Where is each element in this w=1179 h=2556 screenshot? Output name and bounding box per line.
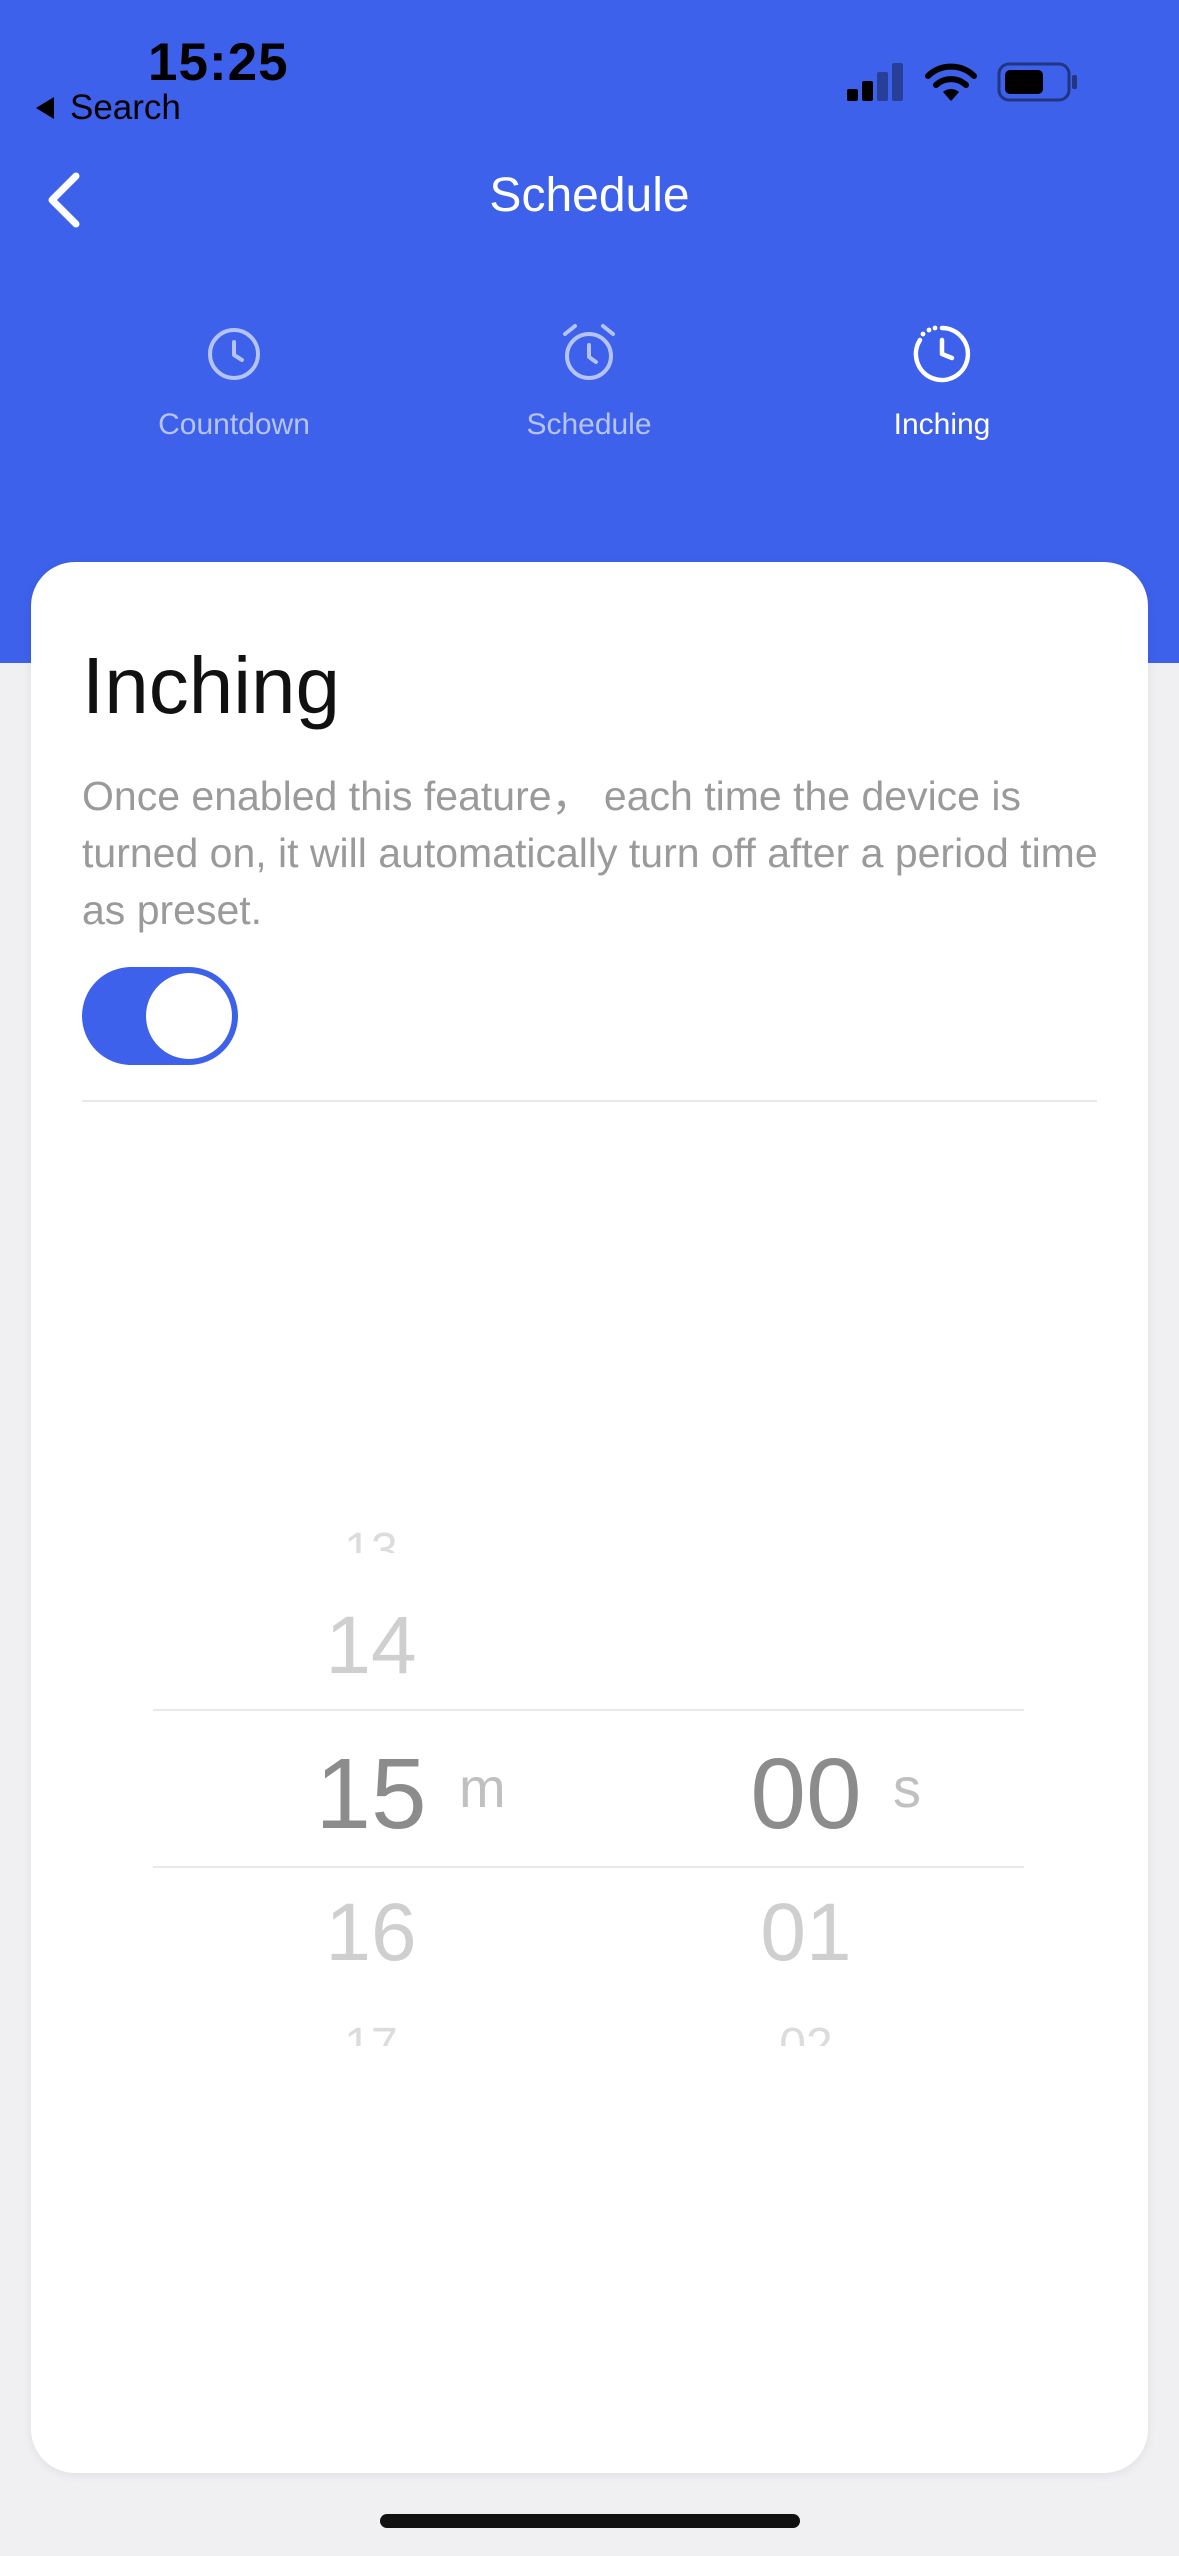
cellular-signal-icon xyxy=(847,63,903,101)
timer-icon xyxy=(913,325,971,383)
minute-option[interactable]: 17 xyxy=(301,2022,441,2046)
picker-selection-top-line xyxy=(153,1709,1024,1711)
back-triangle-icon xyxy=(36,97,54,119)
alarm-clock-icon xyxy=(563,324,615,380)
wifi-icon xyxy=(925,63,977,101)
minute-option[interactable]: 14 xyxy=(301,1605,441,1687)
status-icons xyxy=(847,62,1079,102)
inching-card: Inching Once enabled this feature， each … xyxy=(31,562,1148,2473)
tab-inching-label: Inching xyxy=(893,408,991,441)
second-option[interactable]: 02 xyxy=(736,2022,876,2046)
tab-countdown-label: Countdown xyxy=(158,408,310,441)
status-time: 15:25 xyxy=(148,33,289,92)
page-title: Schedule xyxy=(489,169,690,222)
card-title: Inching xyxy=(82,641,340,730)
tab-schedule[interactable]: Schedule xyxy=(439,320,739,442)
divider xyxy=(82,1100,1097,1102)
battery-icon xyxy=(997,62,1077,102)
minute-unit: m xyxy=(459,1756,506,1819)
home-indicator[interactable] xyxy=(380,2514,800,2528)
status-back-link[interactable]: Search xyxy=(36,88,181,128)
minute-option[interactable]: 13 xyxy=(301,1527,441,1553)
second-unit: s xyxy=(893,1756,921,1819)
second-option[interactable]: 01 xyxy=(736,1892,876,1974)
second-selected[interactable]: 00 xyxy=(720,1744,892,1844)
card-description: Once enabled this feature， each time the… xyxy=(82,773,1098,933)
toggle-knob xyxy=(146,973,232,1059)
minute-selected[interactable]: 15 xyxy=(285,1744,457,1844)
tab-countdown[interactable]: Countdown xyxy=(84,320,384,442)
inching-toggle[interactable] xyxy=(82,967,238,1065)
tab-inching[interactable]: Inching xyxy=(792,320,1092,442)
clock-icon xyxy=(208,328,260,380)
picker-selection-bottom-line xyxy=(153,1866,1024,1868)
minute-option[interactable]: 16 xyxy=(301,1892,441,1974)
status-back-label: Search xyxy=(70,88,181,127)
tab-schedule-label: Schedule xyxy=(526,408,652,441)
